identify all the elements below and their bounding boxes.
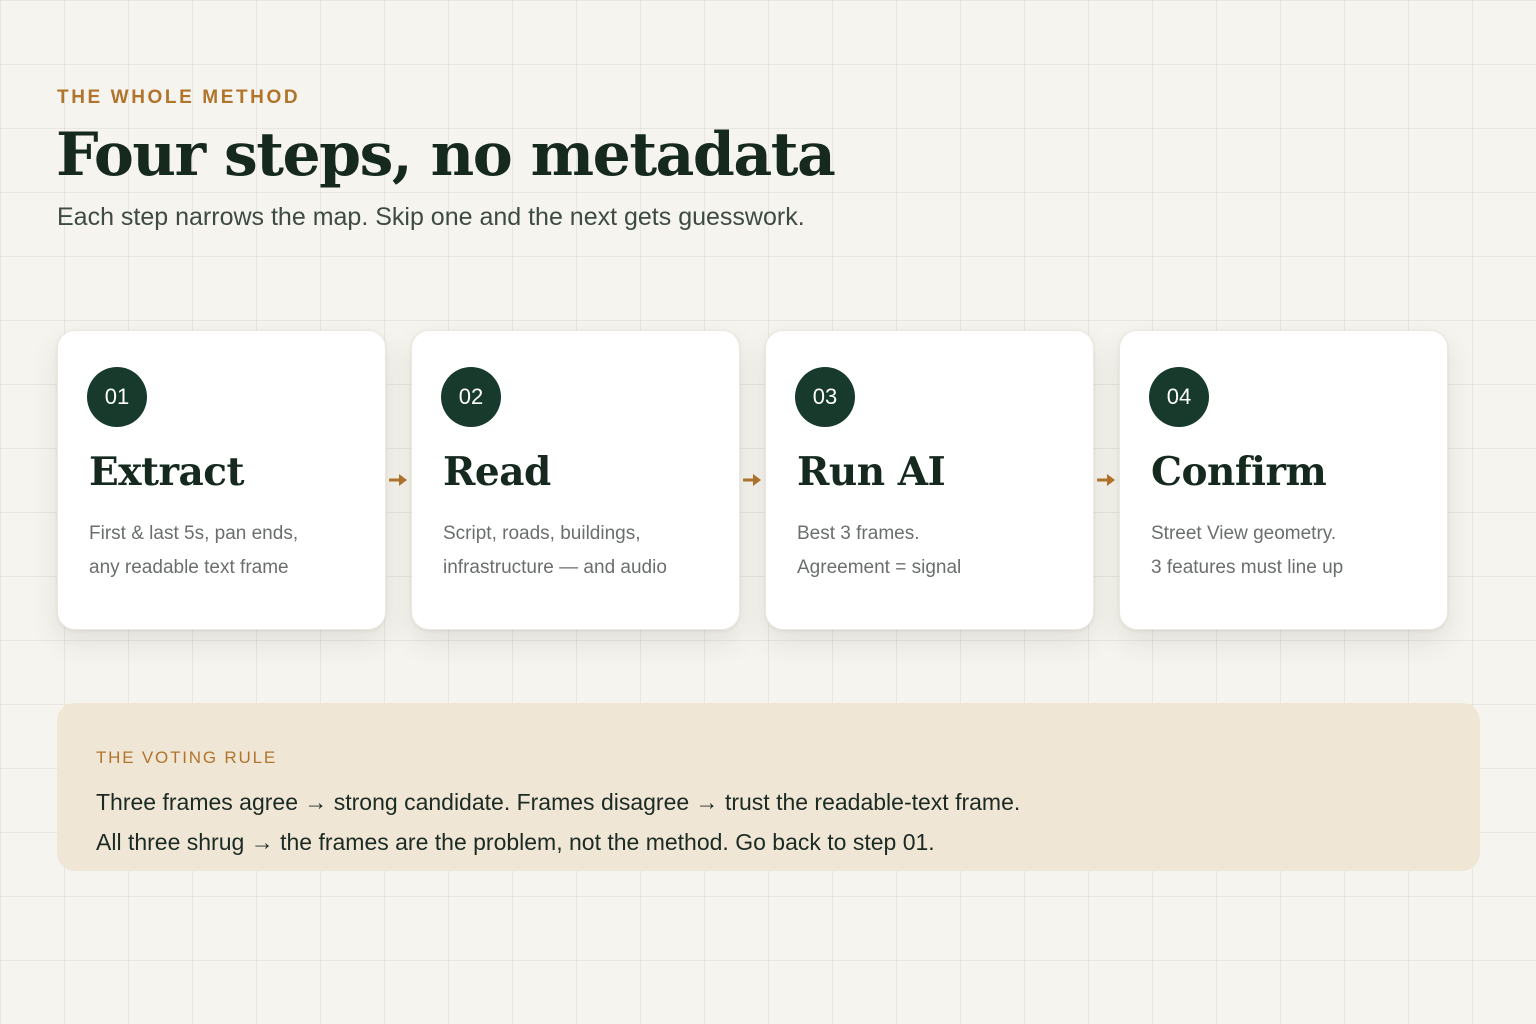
step-description: First & last 5s, pan ends, any readable … xyxy=(89,517,369,585)
step-description-line: 3 features must line up xyxy=(1151,557,1344,578)
step-description-line: any readable text frame xyxy=(89,557,289,578)
step-card-read: 02 Read Script, roads, buildings, infras… xyxy=(411,330,740,630)
step-description-line: Script, roads, buildings, xyxy=(443,523,641,544)
step-description-line: First & last 5s, pan ends, xyxy=(89,523,299,544)
step-description-line: Best 3 frames. xyxy=(797,523,920,544)
step-description-line: Agreement = signal xyxy=(797,557,962,578)
step-description: Street View geometry. 3 features must li… xyxy=(1151,517,1431,585)
steps-row: 01 Extract First & last 5s, pan ends, an… xyxy=(57,330,1449,630)
step-number-badge: 02 xyxy=(441,367,501,427)
arrow-right-icon xyxy=(1097,474,1115,486)
step-title: Read xyxy=(443,449,551,495)
step-card-run-ai: 03 Run AI Best 3 frames. Agreement = sig… xyxy=(765,330,1094,630)
arrow-right-icon xyxy=(743,474,761,486)
step-card-extract: 01 Extract First & last 5s, pan ends, an… xyxy=(57,330,386,630)
step-title: Run AI xyxy=(797,449,946,495)
step-number-badge: 01 xyxy=(87,367,147,427)
page-title: Four steps, no metadata xyxy=(56,120,836,190)
eyebrow-label: THE WHOLE METHOD xyxy=(57,87,301,108)
arrow-right-icon xyxy=(389,474,407,486)
step-description-line: infrastructure — and audio xyxy=(443,557,667,578)
step-card-confirm: 04 Confirm Street View geometry. 3 featu… xyxy=(1119,330,1448,630)
voting-rule-panel: THE VOTING RULE Three frames agree → str… xyxy=(57,703,1480,871)
voting-rule-line: Three frames agree → strong candidate. F… xyxy=(96,789,1021,815)
step-title: Extract xyxy=(89,449,245,495)
voting-rule-label: THE VOTING RULE xyxy=(96,748,277,767)
page-subtitle: Each step narrows the map. Skip one and … xyxy=(57,203,805,231)
step-description-line: Street View geometry. xyxy=(1151,523,1337,544)
step-description: Best 3 frames. Agreement = signal xyxy=(797,517,1077,585)
step-description: Script, roads, buildings, infrastructure… xyxy=(443,517,723,585)
step-number-badge: 03 xyxy=(795,367,855,427)
step-title: Confirm xyxy=(1151,449,1327,495)
step-number-badge: 04 xyxy=(1149,367,1209,427)
voting-rule-line: All three shrug → the frames are the pro… xyxy=(96,829,935,855)
